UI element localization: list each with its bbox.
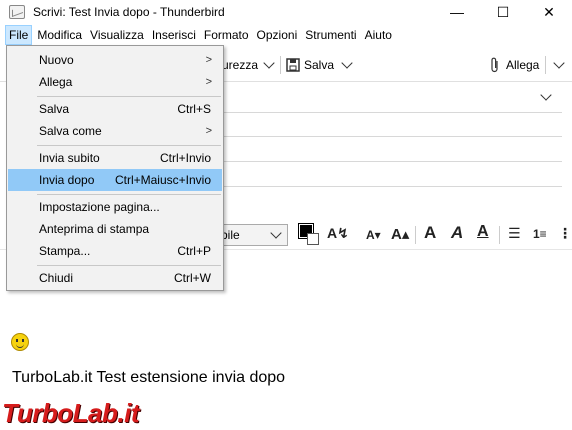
title-bar: Scrivi: Test Invia dopo - Thunderbird — … [0,0,572,24]
menu-aiuto[interactable]: Aiuto [362,25,395,45]
chevron-down-icon [540,89,552,101]
close-button[interactable]: ✕ [526,0,572,24]
attach-label: Allega [506,58,540,72]
save-label: Salva [304,58,335,72]
to-field[interactable] [222,136,562,137]
maximize-button[interactable]: ☐ [480,0,526,24]
file-menu-item-chiudi[interactable]: Chiudi Ctrl+W [8,267,222,289]
file-menu-item-stampa[interactable]: Stampa... Ctrl+P [8,240,222,262]
from-dropdown[interactable] [540,89,552,101]
underline-icon[interactable]: A [477,223,489,241]
window-controls: — ☐ ✕ [434,0,572,24]
attach-button[interactable]: Allega [489,54,539,76]
larger-font-icon[interactable]: A▴ [391,225,409,243]
menu-formato[interactable]: Formato [201,25,252,45]
subject-field[interactable] [222,186,562,187]
chevron-down-icon [553,57,565,69]
menu-separator [37,194,221,195]
paperclip-icon [491,57,498,73]
menu-bar: File Modifica Visualizza Inserisci Forma… [0,24,572,46]
menu-visualizza[interactable]: Visualizza [87,25,147,45]
format-separator [499,226,500,244]
message-body-text[interactable]: TurboLab.it Test estensione invia dopo [12,369,285,387]
toolbar-separator [545,56,546,74]
window-title: Scrivi: Test Invia dopo - Thunderbird [33,5,225,19]
file-menu-item-salva-come[interactable]: Salva come > [8,120,222,142]
menu-separator [37,145,221,146]
italic-icon[interactable]: A [451,223,463,243]
menu-strumenti[interactable]: Strumenti [302,25,359,45]
bold-icon[interactable]: A [424,223,436,243]
font-size-icon[interactable]: A↯ [327,225,349,242]
background-color-swatch[interactable] [307,233,319,245]
menu-file[interactable]: File [5,25,33,45]
security-dropdown[interactable] [262,54,276,76]
chevron-down-icon [341,57,353,69]
menu-inserisci[interactable]: Inserisci [149,25,199,45]
menu-modifica[interactable]: Modifica [34,25,85,45]
save-button[interactable]: Salva [286,54,334,76]
from-field[interactable] [222,112,562,113]
chevron-down-icon [270,227,282,239]
submenu-arrow-icon: > [205,76,212,88]
attach-dropdown[interactable] [552,54,566,76]
smiley-emoji-icon [11,333,29,351]
file-menu-item-anteprima-stampa[interactable]: Anteprima di stampa [8,218,222,240]
file-menu-item-nuovo[interactable]: Nuovo > [8,49,222,71]
numbered-list-icon[interactable]: 1≡ [533,227,547,241]
outdent-icon[interactable]: ⋮ [558,225,572,242]
file-menu-item-salva[interactable]: Salva Ctrl+S [8,98,222,120]
font-select[interactable]: bile [216,224,288,246]
file-menu-item-invia-subito[interactable]: Invia subito Ctrl+Invio [8,147,222,169]
menu-opzioni[interactable]: Opzioni [254,25,301,45]
security-button[interactable]: urezza [222,54,258,76]
file-menu-item-invia-dopo[interactable]: Invia dopo Ctrl+Maiusc+Invio [8,169,222,191]
security-label: urezza [222,58,259,72]
file-menu-dropdown: Nuovo > Allega > Salva Ctrl+S Salva come… [6,45,224,291]
bullet-list-icon[interactable]: ☰ [508,225,521,242]
format-separator [415,226,416,244]
file-menu-item-allega[interactable]: Allega > [8,71,222,93]
submenu-arrow-icon: > [205,125,212,137]
chevron-down-icon [263,57,275,69]
submenu-arrow-icon: > [205,54,212,66]
minimize-button[interactable]: — [434,0,480,24]
file-menu-item-impostazione-pagina[interactable]: Impostazione pagina... [8,196,222,218]
smaller-font-icon[interactable]: A▾ [366,228,381,242]
toolbar-separator [280,56,281,74]
menu-separator [37,265,221,266]
cc-field[interactable] [222,161,562,162]
save-dropdown[interactable] [340,54,354,76]
floppy-icon [286,58,300,72]
thunderbird-compose-icon [9,5,25,19]
menu-separator [37,96,221,97]
turbolab-watermark: TurboLab.it [2,398,140,428]
